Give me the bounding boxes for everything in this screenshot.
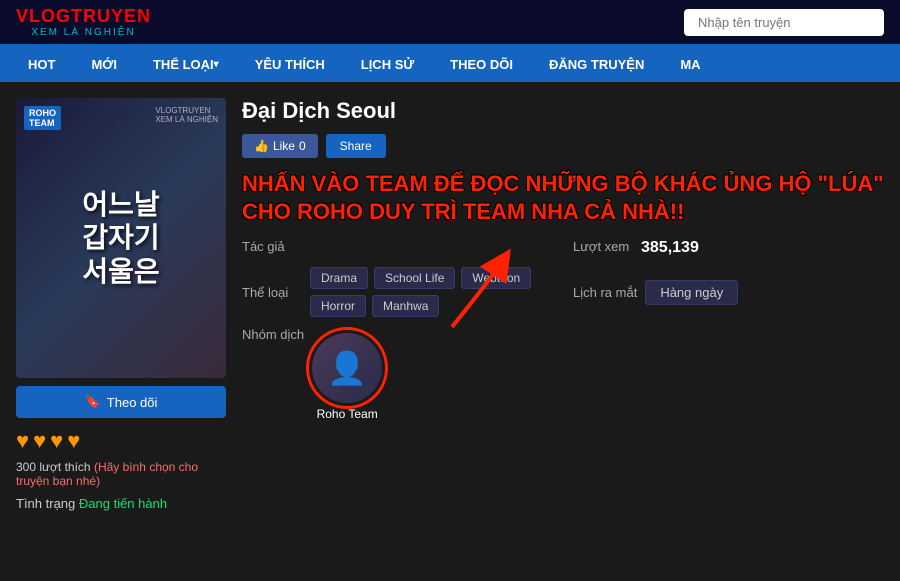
cover-team-label: ROHOTEAM [24,106,61,130]
tag-drama[interactable]: Drama [310,267,368,289]
bookmark-icon: 🔖 [85,394,101,410]
nav-theo-doi[interactable]: THEO DÕI [432,46,531,82]
nav-dang-truyen[interactable]: ĐĂNG TRUYỆN [531,46,662,82]
nav-lich-su[interactable]: LỊCH SỬ [343,46,432,82]
main-content: ROHOTEAM VLOGTRUYENXEM LÀ NGHIỆN 어느날갑자기서… [0,82,900,527]
nav-ma[interactable]: MA [662,46,718,82]
logo-top: VLOGTRUYEN [16,6,151,27]
share-button[interactable]: Share [326,134,386,158]
team-arrow-container: 👤 Roho Team [312,327,382,421]
tag-horror[interactable]: Horror [310,295,366,317]
genre-label: Thể loại [242,285,302,300]
team-container[interactable]: 👤 Roho Team [312,333,382,421]
views-row: Lượt xem 385,139 [573,239,884,257]
nav-hot[interactable]: HOT [10,46,73,82]
author-label: Tác giả [242,239,302,254]
tag-manhwa[interactable]: Manhwa [372,295,439,317]
manga-title: Đại Dịch Seoul [242,98,884,124]
thumbs-up-icon: 👍 [254,139,269,153]
star-4: ♥ [67,428,80,454]
schedule-label: Lịch ra mắt [573,285,637,300]
main-nav: HOT MỚI THỂ LOẠI YÊU THÍCH LỊCH SỬ THEO … [0,46,900,82]
right-panel: Đại Dịch Seoul 👍 Like 0 Share NHẤN VÀO T… [242,98,884,511]
team-avatar-wrapper: 👤 [312,333,382,403]
follow-button[interactable]: 🔖 Theo dõi [16,386,226,418]
star-2: ♥ [33,428,46,454]
schedule-button[interactable]: Hàng ngày [645,280,738,305]
header: VLOGTRUYEN XEM LÀ NGHIỆN [0,0,900,46]
schedule-row: Lịch ra mắt Hàng ngày [573,267,884,317]
views-value: 385,139 [641,239,699,257]
nav-yeu-thich[interactable]: YÊU THÍCH [237,46,343,82]
cover-watermark: VLOGTRUYENXEM LÀ NGHIỆN [155,106,218,124]
nav-moi[interactable]: MỚI [73,46,135,82]
like-count: 0 [299,139,306,153]
status-label: Tình trạng [16,496,75,511]
announcement-text: NHẤN VÀO TEAM ĐỂ ĐỌC NHỮNG BỘ KHÁC ỦNG H… [242,170,884,225]
action-row: 👍 Like 0 Share [242,134,884,158]
group-row: Nhóm dịch 👤 Roho Team [242,327,553,421]
red-arrow-indicator [432,247,522,337]
status-value: Đang tiến hành [79,496,167,511]
follow-label: Theo dõi [107,395,158,410]
like-label: Like [273,139,295,153]
like-button[interactable]: 👍 Like 0 [242,134,318,158]
views-label: Lượt xem [573,239,633,254]
stars-row: ♥ ♥ ♥ ♥ [16,428,226,454]
group-label: Nhóm dịch [242,327,304,342]
star-3: ♥ [50,428,63,454]
likes-count: 300 lượt thích [16,460,91,474]
nav-the-loai[interactable]: THỂ LOẠI [135,46,237,82]
site-logo[interactable]: VLOGTRUYEN XEM LÀ NGHIỆN [16,6,151,38]
cover-text: 어느날갑자기서울은 [82,188,159,289]
logo-bottom: XEM LÀ NGHIỆN [31,27,135,38]
manga-cover: ROHOTEAM VLOGTRUYENXEM LÀ NGHIỆN 어느날갑자기서… [16,98,226,378]
star-1: ♥ [16,428,29,454]
likes-text: 300 lượt thích (Hãy bình chọn cho truyện… [16,460,226,488]
status-row: Tình trạng Đang tiến hành [16,496,226,511]
left-panel: ROHOTEAM VLOGTRUYENXEM LÀ NGHIỆN 어느날갑자기서… [16,98,226,511]
team-name: Roho Team [317,407,378,421]
team-circle-highlight [306,327,388,409]
info-grid: Tác giả Lượt xem 385,139 Thể loại Drama … [242,239,884,421]
search-input[interactable] [684,9,884,36]
